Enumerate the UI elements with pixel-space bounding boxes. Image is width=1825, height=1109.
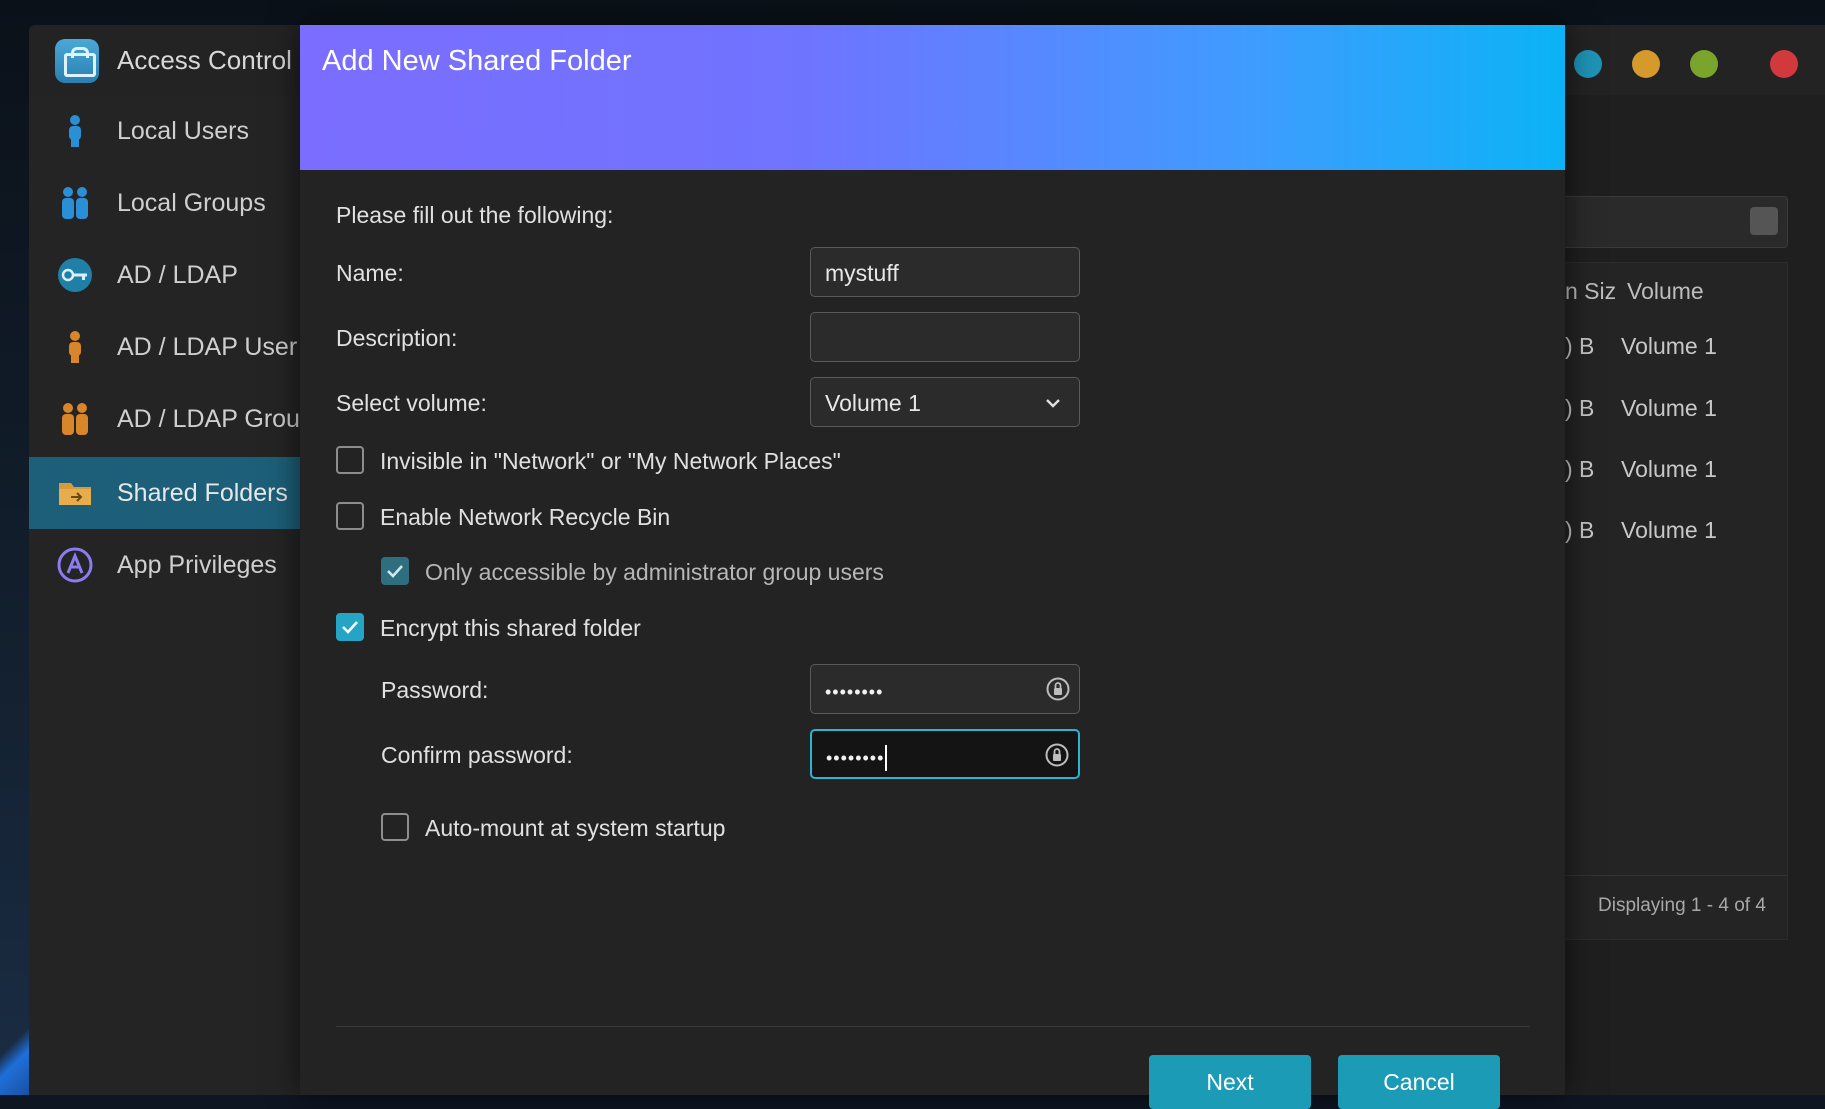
text-caret	[885, 744, 888, 771]
description-input[interactable]	[810, 312, 1080, 362]
access-control-icon	[55, 39, 99, 83]
dialog-footer-divider	[336, 1026, 1530, 1027]
table-row-size: ) B	[1565, 333, 1595, 359]
table-row-volume: Volume 1	[1621, 333, 1717, 359]
window-dot-minimize[interactable]	[1632, 50, 1660, 78]
sidebar-item-ad-ldap[interactable]: AD / LDAP	[29, 239, 304, 311]
window-dot-close[interactable]	[1770, 50, 1798, 78]
sidebar-item-app-privileges[interactable]: App Privileges	[29, 529, 304, 601]
recycle-bin-label: Enable Network Recycle Bin	[380, 504, 671, 530]
sidebar-item-local-users[interactable]: Local Users	[29, 95, 304, 167]
group-icon	[62, 187, 88, 219]
sidebar-item-label: AD / LDAP Grou	[117, 405, 300, 433]
sidebar-item-ad-ldap-groups[interactable]: AD / LDAP Grou	[29, 383, 304, 455]
confirm-password-label: Confirm password:	[381, 742, 573, 768]
invisible-label: Invisible in "Network" or "My Network Pl…	[380, 448, 841, 474]
password-value: ••••••••	[825, 682, 884, 702]
window-dot-maximize[interactable]	[1690, 50, 1718, 78]
sidebar: Local Users Local Groups AD / LDAP AD / …	[29, 95, 304, 1095]
dialog-intro: Please fill out the following:	[336, 202, 614, 228]
window-dot-blue[interactable]	[1574, 50, 1602, 78]
dialog-header: Add New Shared Folder	[300, 25, 1565, 170]
column-header-size[interactable]: n Siz	[1565, 278, 1616, 305]
app-title: Access Control	[117, 45, 292, 75]
volume-label: Select volume:	[336, 390, 487, 416]
volume-select[interactable]: Volume 1	[810, 377, 1080, 427]
sidebar-item-label: Local Users	[117, 117, 249, 145]
table-row-volume: Volume 1	[1621, 395, 1717, 421]
sidebar-item-label: AD / LDAP User	[117, 333, 298, 361]
invisible-checkbox[interactable]	[336, 446, 364, 474]
password-label: Password:	[381, 677, 489, 703]
admin-only-label: Only accessible by administrator group u…	[425, 559, 884, 585]
user-icon	[69, 115, 81, 147]
name-label: Name:	[336, 260, 404, 286]
name-input[interactable]: mystuff	[810, 247, 1080, 297]
sidebar-item-local-groups[interactable]: Local Groups	[29, 167, 304, 239]
check-icon	[387, 565, 403, 578]
confirm-password-input[interactable]: ••••••••	[810, 729, 1080, 779]
sidebar-item-label: Shared Folders	[117, 479, 288, 507]
table-row-size: ) B	[1565, 395, 1595, 421]
check-icon	[342, 621, 358, 634]
app-privileges-icon	[57, 547, 93, 583]
table-row-volume: Volume 1	[1621, 456, 1717, 482]
chevron-down-icon	[1046, 399, 1060, 408]
sidebar-item-label: App Privileges	[117, 551, 277, 579]
reveal-password-icon[interactable]	[1044, 742, 1070, 768]
paging-status: Displaying 1 - 4 of 4	[1598, 895, 1766, 916]
sidebar-item-ad-ldap-users[interactable]: AD / LDAP User	[29, 311, 304, 383]
table-row-volume: Volume 1	[1621, 517, 1717, 543]
column-header-volume[interactable]: Volume	[1627, 278, 1704, 305]
add-shared-folder-dialog: Add New Shared Folder Please fill out th…	[300, 25, 1565, 1109]
automount-label: Auto-mount at system startup	[425, 815, 726, 841]
ldap-user-icon	[69, 331, 81, 363]
background-table-panel	[1560, 262, 1788, 940]
sidebar-item-label: AD / LDAP	[117, 261, 238, 289]
table-footer-divider	[1560, 875, 1788, 876]
automount-checkbox[interactable]	[381, 813, 409, 841]
table-row-size: ) B	[1565, 517, 1595, 543]
dialog-title: Add New Shared Folder	[322, 45, 632, 77]
filter-badge-icon[interactable]	[1750, 207, 1778, 235]
description-label: Description:	[336, 325, 458, 351]
key-icon	[58, 258, 92, 292]
password-input[interactable]: ••••••••	[810, 664, 1080, 714]
encrypt-checkbox[interactable]	[336, 613, 364, 641]
volume-select-value: Volume 1	[825, 390, 921, 416]
cancel-button[interactable]: Cancel	[1338, 1055, 1500, 1109]
sidebar-item-label: Local Groups	[117, 189, 266, 217]
desktop-accent	[0, 1010, 30, 1095]
recycle-bin-checkbox[interactable]	[336, 502, 364, 530]
admin-only-checkbox[interactable]	[381, 557, 409, 585]
sidebar-item-shared-folders[interactable]: Shared Folders	[29, 457, 304, 529]
reveal-password-icon[interactable]	[1045, 676, 1071, 702]
confirm-password-value: ••••••••	[826, 748, 885, 768]
folder-icon	[59, 483, 91, 505]
ldap-group-icon	[62, 403, 88, 435]
encrypt-label: Encrypt this shared folder	[380, 615, 641, 641]
next-button[interactable]: Next	[1149, 1055, 1311, 1109]
table-row-size: ) B	[1565, 456, 1595, 482]
